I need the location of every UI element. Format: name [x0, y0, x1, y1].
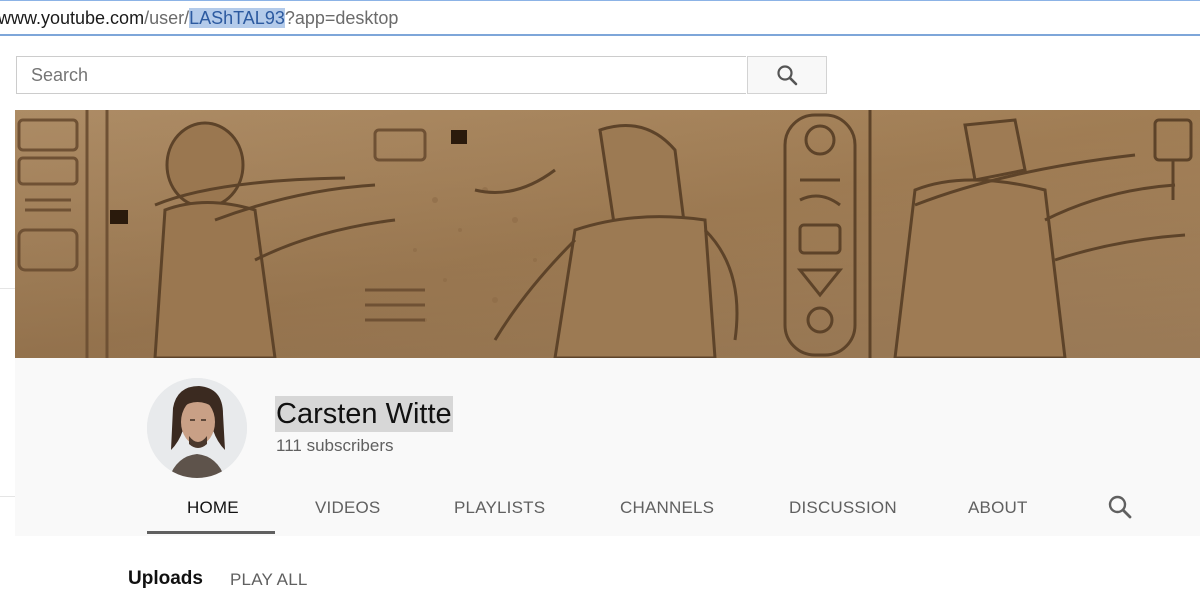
- banner-image: [15, 110, 1200, 358]
- tab-playlists[interactable]: PLAYLISTS: [454, 498, 545, 518]
- search-icon: [1108, 495, 1132, 519]
- address-bar[interactable]: www.youtube.com/user/LAShTAL93?app=deskt…: [0, 0, 1200, 36]
- left-sidebar-edge: [0, 110, 15, 607]
- tab-channels[interactable]: CHANNELS: [620, 498, 714, 518]
- subscriber-count: 111 subscribers: [276, 436, 394, 455]
- play-all-button[interactable]: PLAY ALL: [230, 570, 308, 590]
- channel-search-button[interactable]: [1107, 494, 1133, 520]
- channel-name: Carsten Witte: [275, 396, 453, 432]
- url-query: ?app=desktop: [284, 8, 399, 28]
- search-input[interactable]: [16, 56, 746, 94]
- active-tab-indicator: [147, 531, 275, 534]
- masthead: [0, 36, 1200, 110]
- search-icon: [777, 65, 798, 86]
- url-path: /user/: [144, 8, 190, 28]
- url-host: www.youtube.com: [0, 8, 145, 28]
- channel-banner: [15, 110, 1200, 358]
- tab-discussion[interactable]: DISCUSSION: [789, 498, 897, 518]
- avatar-image: [147, 378, 247, 478]
- url-text[interactable]: www.youtube.com/user/LAShTAL93?app=deskt…: [0, 7, 398, 29]
- tab-home[interactable]: HOME: [187, 498, 239, 518]
- tab-about[interactable]: ABOUT: [968, 498, 1028, 518]
- channel-header: Carsten Witte 111 subscribers HOME VIDEO…: [15, 358, 1200, 536]
- avatar[interactable]: [147, 378, 247, 478]
- tab-videos[interactable]: VIDEOS: [315, 498, 380, 518]
- url-selected-user: LAShTAL93: [189, 8, 285, 28]
- search-button[interactable]: [747, 56, 827, 94]
- channel-content: Uploads PLAY ALL: [15, 536, 1200, 607]
- section-title-uploads[interactable]: Uploads: [128, 568, 203, 590]
